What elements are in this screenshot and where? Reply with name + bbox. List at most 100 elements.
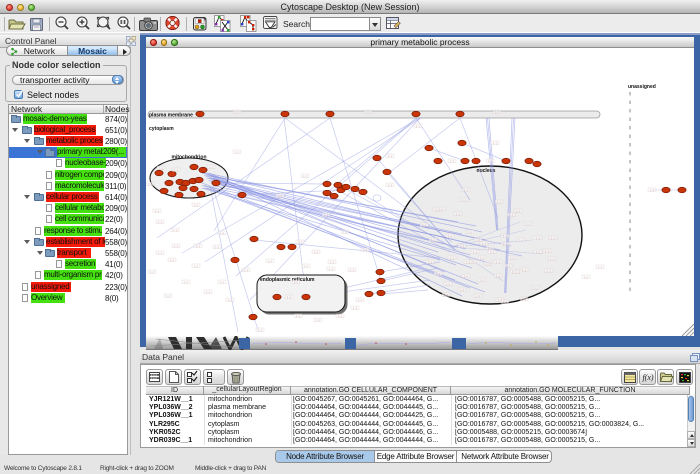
svg-text:[...]: [...]: [496, 260, 500, 264]
svg-text:[...]: [...]: [194, 203, 198, 207]
svg-text:[...]: [...]: [464, 274, 468, 278]
svg-text:[...]: [...]: [534, 286, 538, 290]
svg-text:[...]: [...]: [495, 110, 499, 114]
svg-text:[...]: [...]: [287, 295, 291, 299]
svg-text:[...]: [...]: [506, 264, 510, 268]
svg-text:[...]: [...]: [584, 275, 588, 279]
svg-text:[...]: [...]: [460, 244, 464, 248]
svg-text:[...]: [...]: [482, 242, 486, 246]
svg-text:[...]: [...]: [509, 213, 513, 217]
svg-text:[...]: [...]: [486, 262, 490, 266]
svg-text:[...]: [...]: [220, 231, 224, 235]
svg-text:[...]: [...]: [303, 174, 307, 178]
svg-text:[...]: [...]: [343, 230, 347, 234]
svg-text:[...]: [...]: [209, 165, 213, 169]
svg-text:mitochondrion: mitochondrion: [172, 155, 207, 161]
svg-text:f(x): f(x): [642, 373, 653, 382]
svg-text:[...]: [...]: [551, 236, 555, 240]
svg-text:[...]: [...]: [519, 238, 523, 242]
svg-text:[...]: [...]: [350, 268, 354, 272]
svg-text:[...]: [...]: [166, 294, 170, 298]
svg-text:[...]: [...]: [159, 166, 163, 170]
svg-text:[...]: [...]: [464, 188, 468, 192]
svg-text:[...]: [...]: [314, 250, 318, 254]
svg-text:[...]: [...]: [329, 267, 333, 271]
svg-text:[...]: [...]: [366, 110, 370, 114]
svg-text:[...]: [...]: [488, 159, 492, 163]
svg-text:[...]: [...]: [184, 280, 188, 284]
svg-text:[...]: [...]: [148, 182, 152, 186]
svg-text:[...]: [...]: [278, 194, 282, 198]
svg-text:[...]: [...]: [316, 318, 320, 322]
svg-text:[...]: [...]: [490, 250, 494, 254]
svg-text:[...]: [...]: [536, 236, 540, 240]
svg-text:[...]: [...]: [416, 124, 420, 128]
svg-text:[...]: [...]: [522, 297, 526, 301]
svg-text:[...]: [...]: [468, 230, 472, 234]
svg-text:[...]: [...]: [503, 300, 507, 304]
svg-text:[...]: [...]: [388, 183, 392, 187]
svg-text:[...]: [...]: [363, 248, 367, 252]
svg-text:[...]: [...]: [503, 234, 507, 238]
svg-text:[...]: [...]: [545, 249, 549, 253]
svg-text:[...]: [...]: [173, 228, 177, 232]
svg-text:[...]: [...]: [431, 238, 435, 242]
svg-text:[...]: [...]: [436, 272, 440, 276]
svg-text:[...]: [...]: [439, 207, 443, 211]
svg-text:[...]: [...]: [158, 220, 162, 224]
svg-text:[...]: [...]: [598, 265, 602, 269]
svg-text:[...]: [...]: [462, 198, 466, 202]
svg-text:[...]: [...]: [650, 188, 654, 192]
svg-text:[...]: [...]: [422, 223, 426, 227]
svg-text:[...]: [...]: [497, 200, 501, 204]
svg-text:[...]: [...]: [480, 278, 484, 282]
svg-text:[...]: [...]: [547, 269, 551, 273]
svg-text:[...]: [...]: [488, 246, 492, 250]
svg-text:plasma membrane: plasma membrane: [149, 113, 193, 119]
svg-text:[...]: [...]: [550, 257, 554, 261]
svg-text:[...]: [...]: [268, 259, 272, 263]
svg-text:[...]: [...]: [170, 258, 174, 262]
svg-text:[...]: [...]: [466, 260, 470, 264]
svg-text:cytoplasm: cytoplasm: [149, 126, 174, 132]
svg-text:unassigned: unassigned: [628, 84, 656, 90]
svg-text:[...]: [...]: [503, 242, 507, 246]
svg-text:[...]: [...]: [258, 328, 262, 332]
svg-text:[...]: [...]: [493, 141, 497, 145]
svg-text:[...]: [...]: [194, 264, 198, 268]
svg-text:[...]: [...]: [388, 154, 392, 158]
svg-text:[...]: [...]: [206, 290, 210, 294]
svg-text:[...]: [...]: [296, 314, 300, 318]
svg-text:[...]: [...]: [450, 256, 454, 260]
svg-text:[...]: [...]: [516, 209, 520, 213]
svg-text:[...]: [...]: [496, 274, 500, 278]
svg-text:[...]: [...]: [476, 294, 480, 298]
svg-text:[...]: [...]: [235, 110, 239, 114]
svg-text:[...]: [...]: [294, 280, 298, 284]
svg-text:[...]: [...]: [235, 150, 239, 154]
svg-text:[...]: [...]: [228, 298, 232, 302]
svg-text:[...]: [...]: [244, 268, 248, 272]
svg-text:[...]: [...]: [516, 270, 520, 274]
svg-text:[...]: [...]: [353, 306, 357, 310]
svg-text:[...]: [...]: [526, 222, 530, 226]
svg-text:[...]: [...]: [304, 264, 308, 268]
svg-text:[...]: [...]: [155, 209, 159, 213]
svg-text:[...]: [...]: [428, 260, 432, 264]
svg-text:[...]: [...]: [522, 268, 526, 272]
svg-text:[...]: [...]: [330, 260, 334, 264]
svg-text:[...]: [...]: [448, 234, 452, 238]
svg-text:[...]: [...]: [174, 244, 178, 248]
svg-text:[...]: [...]: [220, 280, 224, 284]
svg-text:[...]: [...]: [450, 159, 454, 163]
svg-text:[...]: [...]: [358, 298, 362, 302]
svg-text:[...]: [...]: [298, 240, 302, 244]
svg-text:[...]: [...]: [473, 250, 477, 254]
svg-text:[...]: [...]: [444, 293, 448, 297]
svg-text:[...]: [...]: [150, 270, 154, 274]
svg-text:[...]: [...]: [476, 238, 480, 242]
svg-text:[...]: [...]: [460, 288, 464, 292]
svg-text:[...]: [...]: [446, 282, 450, 286]
svg-text:[...]: [...]: [536, 250, 540, 254]
svg-text:[...]: [...]: [174, 168, 178, 172]
